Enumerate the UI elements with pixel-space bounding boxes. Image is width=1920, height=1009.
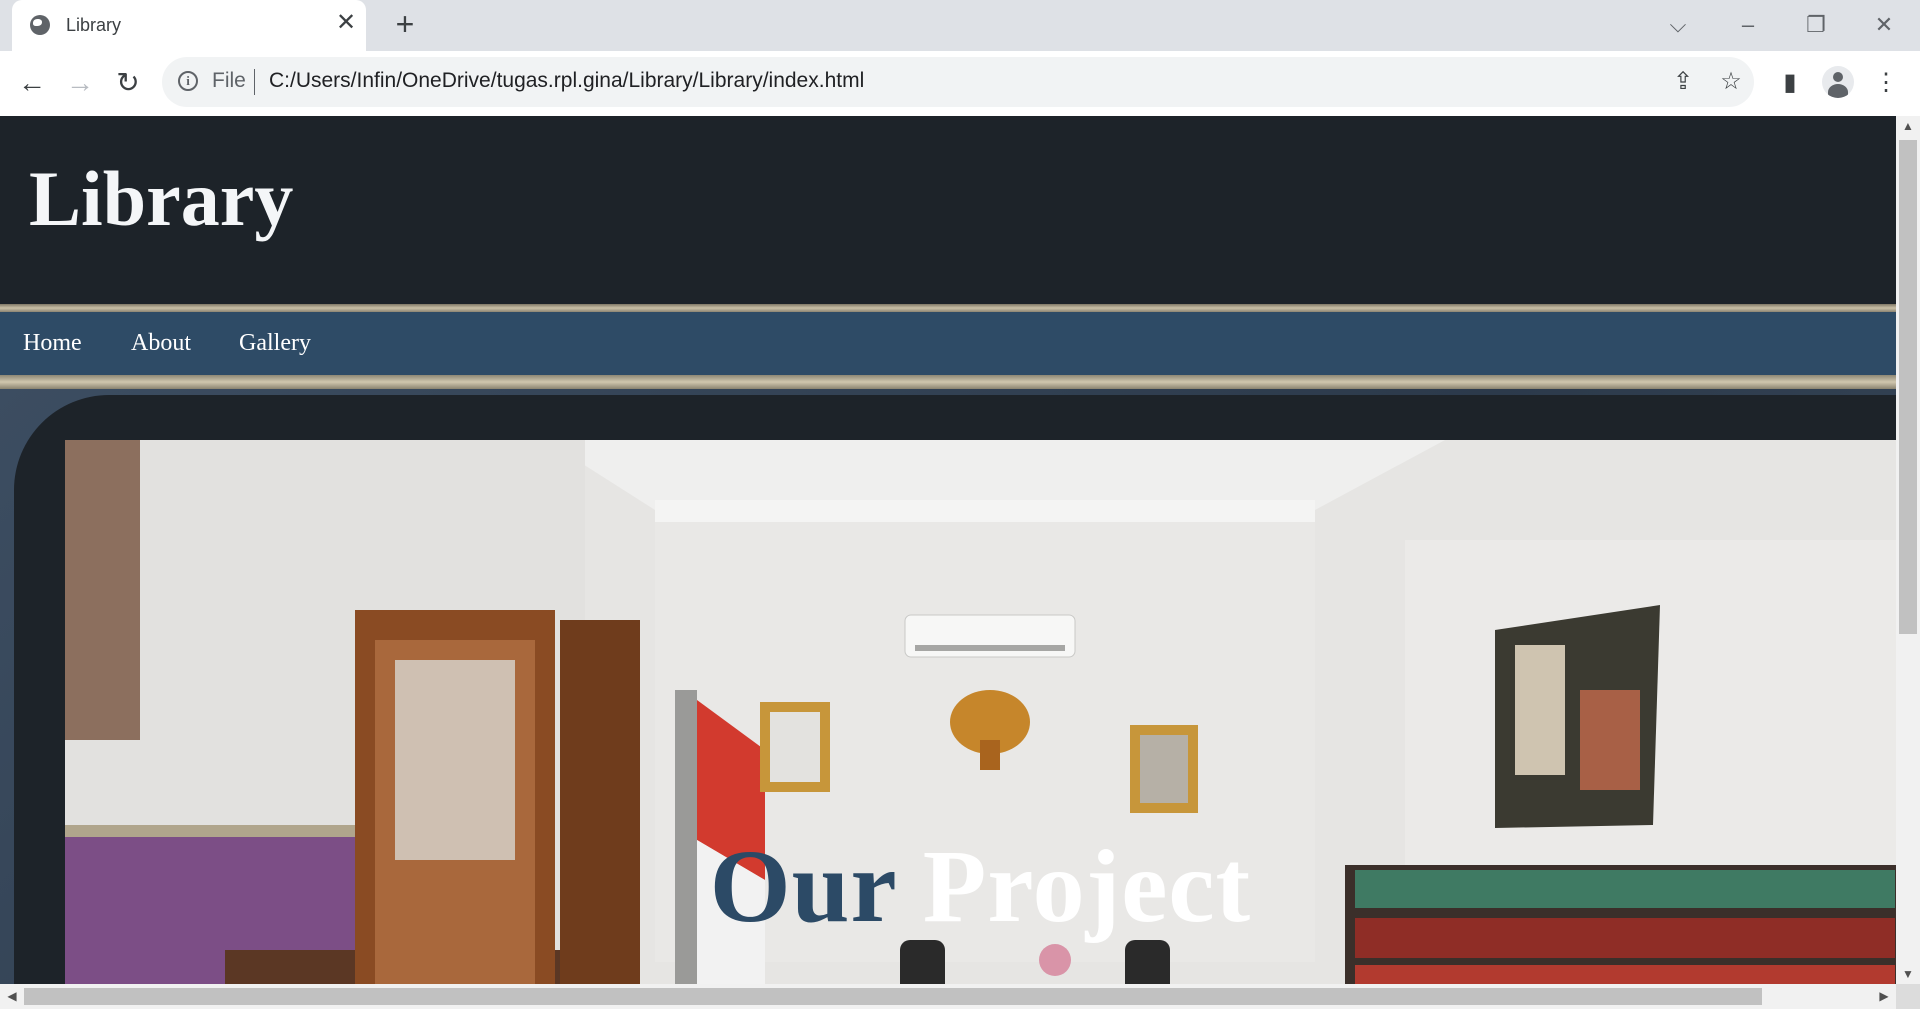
tab-title: Library — [66, 15, 122, 35]
url-text[interactable]: C:/Users/Infin/OneDrive/tugas.rpl.gina/L… — [269, 69, 864, 93]
scroll-right-icon[interactable]: ▶ — [1872, 984, 1896, 1009]
hero-heading-word-2: Project — [922, 829, 1252, 944]
site-nav: Home About Gallery — [0, 312, 1896, 375]
restore-icon[interactable]: ❐ — [1796, 8, 1836, 42]
info-icon[interactable]: i — [178, 71, 198, 91]
nav-link-home[interactable]: Home — [23, 330, 82, 357]
horizontal-scrollbar[interactable]: ◀ ▶ — [0, 984, 1896, 1009]
side-panel-icon[interactable]: ▮ — [1772, 65, 1808, 101]
scheme-label: File — [212, 69, 246, 92]
site-header: Library — [0, 116, 1896, 304]
tab-search-icon[interactable]: ⌵ — [1658, 8, 1698, 42]
nav-divider — [0, 375, 1896, 389]
scroll-down-icon[interactable]: ▼ — [1896, 964, 1920, 984]
omnibox-divider — [254, 69, 255, 95]
window-close-icon[interactable]: ✕ — [1864, 8, 1904, 42]
hero-photo: Our Project — [65, 440, 1896, 984]
vertical-scroll-thumb[interactable] — [1899, 140, 1917, 634]
scroll-left-icon[interactable]: ◀ — [0, 984, 24, 1009]
tab-close-icon[interactable]: ✕ — [334, 11, 358, 35]
share-icon[interactable]: ⇪ — [1670, 69, 1696, 95]
minimize-icon[interactable]: – — [1728, 8, 1768, 42]
hero-heading-word-1: Our — [709, 829, 896, 944]
horizontal-scroll-thumb[interactable] — [24, 988, 1762, 1005]
nav-link-about[interactable]: About — [131, 330, 191, 357]
tab-strip: Library ✕ + ⌵ – ❐ ✕ — [0, 0, 1920, 51]
bookmark-star-icon[interactable]: ☆ — [1718, 69, 1744, 95]
back-icon[interactable]: ← — [14, 65, 50, 101]
menu-icon[interactable]: ⋮ — [1868, 65, 1904, 101]
new-tab-icon[interactable]: + — [390, 8, 420, 40]
page-viewport: Library Home About Gallery Our Project — [0, 116, 1896, 984]
site-title: Library — [29, 155, 294, 242]
header-divider — [0, 304, 1896, 312]
reload-icon[interactable]: ↻ — [110, 65, 146, 101]
browser-tab[interactable]: Library ✕ — [12, 0, 366, 51]
forward-icon[interactable]: → — [62, 65, 98, 101]
address-bar[interactable]: i File C:/Users/Infin/OneDrive/tugas.rpl… — [162, 57, 1754, 107]
scrollbar-corner — [1896, 984, 1920, 1009]
nav-link-gallery[interactable]: Gallery — [239, 330, 311, 357]
vertical-scrollbar[interactable]: ▲ ▼ — [1896, 116, 1920, 984]
globe-icon — [30, 15, 50, 35]
profile-avatar-icon[interactable] — [1822, 66, 1854, 98]
scroll-up-icon[interactable]: ▲ — [1896, 116, 1920, 136]
hero-heading: Our Project — [65, 835, 1896, 939]
browser-toolbar: ← → ↻ i File C:/Users/Infin/OneDrive/tug… — [0, 51, 1920, 117]
